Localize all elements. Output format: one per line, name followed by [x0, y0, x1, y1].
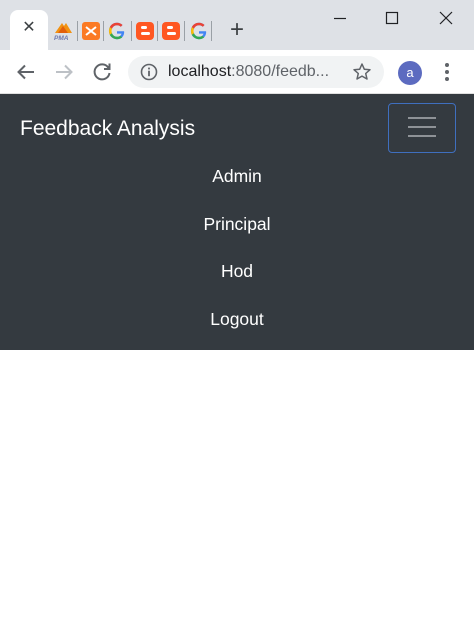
tab-separator [184, 21, 185, 41]
page-body [0, 350, 474, 642]
window-close-icon[interactable] [428, 6, 464, 30]
browser-toolbar: localhost:8080/feedb... a [0, 50, 474, 94]
tab-separator [157, 21, 158, 41]
maximize-icon[interactable] [374, 6, 410, 30]
tab-separator [103, 21, 104, 41]
url-path: :8080/feedb... [231, 63, 330, 80]
url-host: localhost [168, 63, 232, 80]
navbar-links: Admin Principal Hod Logout [0, 158, 474, 348]
url-text[interactable]: localhost:8080/feedb... [168, 56, 346, 88]
kebab-menu-icon[interactable] [438, 60, 456, 84]
new-tab-icon[interactable]: + [226, 17, 248, 43]
tab-separator [77, 21, 78, 41]
star-icon[interactable] [352, 62, 372, 82]
tab-separator [211, 21, 212, 41]
google-favicon[interactable] [106, 20, 128, 42]
xampp-favicon[interactable] [80, 20, 102, 42]
page-navbar: Feedback Analysis Admin Principal Hod Lo… [0, 94, 474, 350]
tab-close-icon[interactable]: ✕ [20, 19, 38, 37]
nav-link-principal[interactable]: Principal [0, 206, 474, 254]
nav-link-hod[interactable]: Hod [0, 253, 474, 301]
blogger-favicon[interactable] [134, 20, 156, 42]
svg-text:PMA: PMA [54, 35, 69, 42]
hamburger-icon [408, 117, 436, 137]
address-bar[interactable]: localhost:8080/feedb... [128, 56, 384, 88]
back-arrow-icon[interactable] [14, 60, 38, 84]
minimize-icon[interactable] [322, 6, 358, 30]
google-favicon[interactable] [188, 20, 210, 42]
phpmyadmin-favicon[interactable]: PMA [52, 20, 74, 42]
nav-link-admin[interactable]: Admin [0, 158, 474, 206]
blogger-favicon[interactable] [160, 20, 182, 42]
browser-tab-strip: ✕ PMA + [0, 0, 474, 50]
forward-arrow-icon[interactable] [52, 60, 76, 84]
profile-avatar[interactable]: a [398, 61, 422, 85]
navbar-brand[interactable]: Feedback Analysis [20, 114, 195, 144]
nav-link-logout[interactable]: Logout [0, 301, 474, 349]
navbar-toggler-button[interactable] [388, 103, 456, 153]
active-tab[interactable]: ✕ [10, 10, 48, 50]
tab-separator [131, 21, 132, 41]
reload-icon[interactable] [90, 60, 114, 84]
info-icon[interactable] [140, 63, 158, 81]
